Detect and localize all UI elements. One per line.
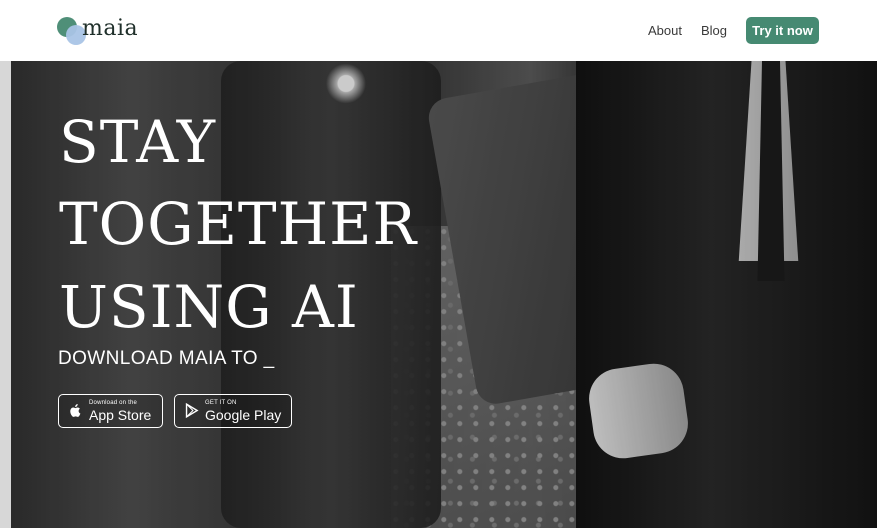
left-edge-strip — [0, 61, 11, 528]
logo-text: maia — [82, 16, 139, 41]
headline-line-3: USING AI — [59, 272, 359, 341]
try-it-now-button[interactable]: Try it now — [746, 17, 819, 44]
app-store-small-text: Download on the — [89, 400, 138, 406]
google-play-button[interactable]: GET IT ON Google Play — [174, 394, 292, 428]
nav-link-blog[interactable]: Blog — [701, 23, 727, 38]
apple-icon — [70, 404, 81, 417]
headline-line-2: TOGETHER — [59, 190, 418, 259]
google-play-small-text: GET IT ON — [205, 400, 237, 406]
hero-section: STAY TOGETHER USING AI DOWNLOAD MAIA TO … — [11, 61, 877, 528]
app-store-label: App Store — [89, 407, 152, 423]
nav-link-about[interactable]: About — [648, 23, 682, 38]
headline-line-1: STAY — [59, 108, 217, 176]
google-play-icon — [185, 402, 199, 419]
google-play-label: Google Play — [205, 407, 282, 423]
hero-subheadline: DOWNLOAD MAIA TO _ — [58, 348, 275, 369]
maia-logo[interactable]: maia — [57, 15, 147, 47]
site-header: maia About Blog Try it now — [0, 0, 877, 61]
hero-headline: STAY TOGETHER USING AI — [59, 101, 509, 348]
app-store-button[interactable]: Download on the App Store — [58, 394, 163, 428]
